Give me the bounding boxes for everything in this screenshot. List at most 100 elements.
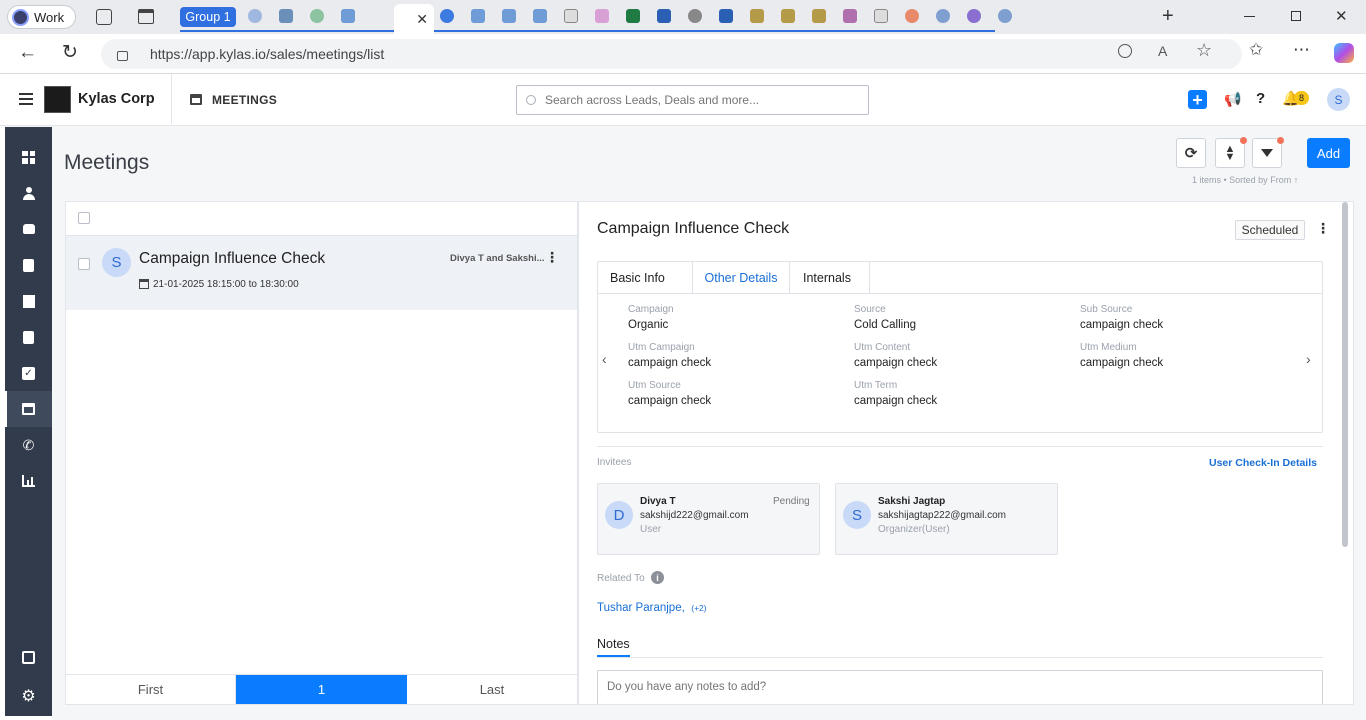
meetings-list-panel: S Campaign Influence Check Divya T and S… [65, 201, 578, 705]
meeting-title[interactable]: Campaign Influence Check [139, 250, 325, 268]
global-search[interactable] [516, 85, 869, 115]
invitee-avatar: D [605, 501, 633, 529]
nav-deals-icon[interactable] [5, 211, 52, 247]
tab-favicon[interactable] [502, 9, 516, 23]
tab-favicon[interactable] [279, 9, 293, 23]
sort-icon: ▲ ▼ [1224, 143, 1236, 163]
list-item-checkbox[interactable] [78, 258, 90, 270]
maximize-icon[interactable] [1291, 11, 1301, 21]
nav-apps-grid-icon[interactable] [5, 639, 52, 675]
quick-add-button[interactable]: + [1188, 90, 1207, 109]
refresh-icon[interactable]: ↻ [62, 41, 78, 64]
tab-favicon[interactable] [936, 9, 950, 23]
field-utm-content: Utm Content campaign check [854, 342, 937, 369]
field-value: campaign check [628, 357, 712, 369]
carousel-prev-icon[interactable]: ‹ [602, 351, 607, 367]
detail-scrollbar[interactable] [1342, 202, 1348, 547]
tab-favicon[interactable] [688, 9, 702, 23]
app-header: Kylas Corp MEETINGS + 📢 ? 🔔 8 S [0, 74, 1366, 126]
tab-group-label[interactable]: Group 1 [180, 7, 236, 27]
info-icon[interactable]: i [651, 571, 664, 584]
tab-favicon[interactable] [440, 9, 454, 23]
tab-favicon[interactable] [533, 9, 547, 23]
minimize-icon[interactable] [1244, 16, 1255, 17]
active-tab[interactable]: ✕ [394, 4, 434, 34]
tab-favicon[interactable] [657, 9, 671, 23]
hamburger-menu-icon[interactable] [19, 93, 33, 105]
help-icon[interactable]: ? [1256, 90, 1265, 107]
tab-favicon[interactable] [471, 9, 485, 23]
notes-divider [597, 657, 1323, 658]
tab-favicon[interactable] [564, 9, 578, 23]
add-button[interactable]: Add [1307, 138, 1350, 168]
list-item[interactable]: S Campaign Influence Check Divya T and S… [66, 236, 577, 310]
tab-favicon[interactable] [905, 9, 919, 23]
read-aloud-icon[interactable]: A [1158, 43, 1167, 59]
megaphone-icon[interactable]: 📢 [1224, 91, 1241, 108]
tab-favicon[interactable] [719, 9, 733, 23]
close-window-icon[interactable]: ✕ [1335, 7, 1348, 25]
notes-tab[interactable]: Notes [597, 637, 630, 657]
more-options-icon[interactable]: ⋮ [545, 249, 559, 266]
search-input[interactable] [545, 93, 845, 107]
nav-meetings-calendar-icon[interactable] [5, 391, 52, 427]
detail-tab-box: Basic Info Other Details Internals ‹ › C… [597, 261, 1323, 433]
tab-favicon[interactable] [812, 9, 826, 23]
tab-favicon[interactable] [626, 9, 640, 23]
nav-user-icon[interactable] [5, 175, 52, 211]
user-avatar[interactable]: S [1327, 88, 1350, 111]
field-utm-source: Utm Source campaign check [628, 380, 711, 407]
detail-more-options-icon[interactable]: ⋮ [1316, 220, 1330, 237]
carousel-next-icon[interactable]: › [1306, 351, 1311, 367]
page-last-button[interactable]: Last [407, 675, 577, 704]
notes-input[interactable] [607, 681, 1207, 693]
profile-button[interactable]: Work [7, 5, 76, 29]
favorite-star-icon[interactable]: ☆ [1196, 40, 1212, 61]
tab-favicon[interactable] [874, 9, 888, 23]
nav-settings-gear-icon[interactable]: ⚙ [5, 678, 52, 714]
tab-favicon[interactable] [595, 9, 609, 23]
nav-companies-icon[interactable] [5, 283, 52, 319]
tab-favicon[interactable] [967, 9, 981, 23]
tab-actions-icon[interactable] [138, 9, 154, 24]
zoom-icon[interactable] [1118, 44, 1132, 58]
nav-calls-icon[interactable]: ✆ [5, 427, 52, 463]
tab-favicon[interactable] [750, 9, 764, 23]
user-checkin-details-link[interactable]: User Check-In Details [1209, 457, 1317, 469]
page-current-button[interactable]: 1 [236, 675, 407, 704]
new-tab-icon[interactable]: + [1162, 5, 1174, 28]
tab-favicon[interactable] [781, 9, 795, 23]
tab-other-details[interactable]: Other Details [693, 262, 790, 293]
nav-tasks-clipboard-icon[interactable] [5, 319, 52, 355]
notes-box[interactable] [597, 670, 1323, 704]
nav-dashboard-icon[interactable] [5, 139, 52, 175]
tab-basic-info[interactable]: Basic Info [598, 262, 693, 293]
tab-favicon[interactable] [310, 9, 324, 23]
favorites-icon[interactable]: ✩ [1249, 40, 1263, 60]
nav-checkbox-icon[interactable]: ✓ [5, 355, 52, 391]
url-field[interactable]: https://app.kylas.io/sales/meetings/list [101, 39, 1242, 69]
workspaces-icon[interactable] [96, 9, 112, 25]
page-first-button[interactable]: First [66, 675, 236, 704]
more-menu-icon[interactable]: ⋯ [1293, 40, 1310, 60]
tab-favicon[interactable] [998, 9, 1012, 23]
related-entity-name[interactable]: Tushar Paranjpe, [597, 602, 685, 614]
field-campaign: Campaign Organic [628, 304, 674, 331]
tab-favicon[interactable] [341, 9, 355, 23]
close-tab-icon[interactable]: ✕ [416, 11, 428, 28]
copilot-icon[interactable] [1334, 43, 1354, 63]
back-icon[interactable]: ← [18, 42, 37, 64]
tab-favicon[interactable] [843, 9, 857, 23]
calendar-icon [190, 94, 202, 105]
nav-contacts-icon[interactable] [5, 247, 52, 283]
refresh-button[interactable]: ⟳ [1176, 138, 1206, 168]
tab-favicon[interactable] [248, 9, 262, 23]
related-entity-link[interactable]: Tushar Paranjpe, (+2) [597, 598, 707, 616]
sort-field-link[interactable]: From ↑ [1270, 175, 1298, 185]
select-all-checkbox[interactable] [78, 212, 90, 224]
nav-reports-icon[interactable] [5, 463, 52, 499]
related-more-count[interactable]: (+2) [691, 603, 706, 613]
tab-internals[interactable]: Internals [790, 262, 870, 293]
related-to-label: Related To [597, 573, 645, 584]
lock-icon [117, 50, 128, 61]
